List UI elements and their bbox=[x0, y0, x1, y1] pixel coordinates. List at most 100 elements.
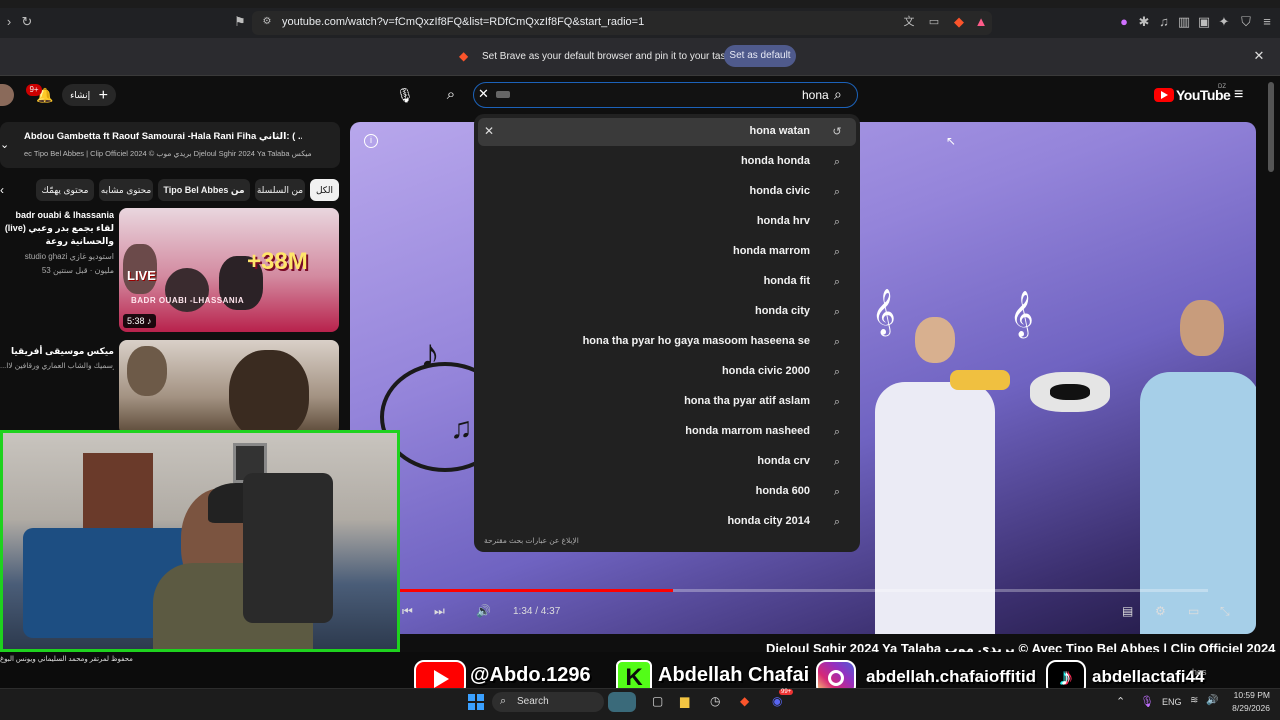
reload-icon[interactable]: ↻ bbox=[18, 13, 36, 31]
keyboard-icon[interactable] bbox=[496, 91, 510, 98]
menu-icon[interactable]: ≡ bbox=[1258, 13, 1276, 31]
chevron-down-icon[interactable]: ⌄ bbox=[0, 138, 12, 151]
search-icon[interactable]: ⌕ bbox=[442, 86, 460, 104]
volume-tray-icon[interactable]: 🔊 bbox=[1206, 695, 1218, 706]
search-suggestion[interactable]: hona watan ↺ bbox=[474, 118, 860, 146]
fullscreen-icon[interactable]: ⤡ bbox=[1220, 604, 1230, 619]
video-thumbnail[interactable] bbox=[119, 340, 339, 435]
report-suggestions-link[interactable]: الإبلاغ عن عبارات بحث مقترحة bbox=[484, 536, 579, 545]
bookmark-icon[interactable]: ⚑ bbox=[231, 13, 249, 31]
mic-tray-icon[interactable]: 🎙 bbox=[1140, 695, 1154, 708]
clock-app-icon[interactable]: ◷ bbox=[710, 694, 720, 708]
forward-icon[interactable]: › bbox=[0, 13, 18, 31]
set-default-button[interactable]: Set as default bbox=[724, 45, 796, 67]
task-view-icon[interactable]: ▢ bbox=[652, 694, 663, 708]
music-note-icon: 𝄞 bbox=[872, 290, 896, 334]
history-icon: ↺ bbox=[832, 126, 842, 138]
taskbar-search-label[interactable]: Search bbox=[517, 696, 549, 707]
playlist-subtitle: ec Tipo Bel Abbes | Clip Officiel 2024 ©… bbox=[24, 149, 312, 158]
search-icon: ⌕ bbox=[833, 186, 841, 198]
discord-icon[interactable]: ◉ bbox=[772, 694, 782, 708]
search-icon: ⌕ bbox=[833, 246, 841, 258]
translate-icon[interactable]: 文 bbox=[900, 13, 918, 31]
clock-date[interactable]: 8/29/2026 bbox=[1220, 703, 1270, 713]
search-icon: ⌕ bbox=[833, 216, 841, 228]
file-explorer-icon[interactable]: ▆ bbox=[680, 694, 689, 708]
ai-icon[interactable]: ✦ bbox=[1215, 13, 1233, 31]
search-suggestion[interactable]: honda hrv ⌕ bbox=[474, 208, 860, 236]
settings-icon[interactable]: ⚙ bbox=[1155, 604, 1166, 618]
search-suggestion[interactable]: honda crv ⌕ bbox=[474, 448, 860, 476]
language-indicator[interactable]: ENG bbox=[1162, 697, 1182, 707]
mic-icon[interactable]: 🎙 bbox=[396, 86, 414, 104]
infobar-text: Set Brave as your default browser and pi… bbox=[482, 51, 745, 62]
create-button[interactable]: إنشاء + bbox=[62, 84, 116, 106]
search-icon: ⌕ bbox=[833, 456, 841, 468]
channel-name[interactable]: studio ghazi استوديو غازي bbox=[0, 252, 114, 261]
extensions-icon[interactable]: ✱ bbox=[1135, 13, 1153, 31]
clear-search-icon[interactable]: ✕ bbox=[478, 86, 492, 102]
info-icon[interactable]: i bbox=[364, 134, 378, 148]
wifi-icon[interactable]: ≋ bbox=[1190, 695, 1198, 706]
search-suggestion[interactable]: honda civic ⌕ bbox=[474, 178, 860, 206]
search-submit-icon[interactable]: ⌕ bbox=[834, 86, 850, 102]
brave-logo-icon: ◆ bbox=[459, 49, 469, 63]
previous-icon[interactable]: ⏮ bbox=[402, 604, 413, 619]
search-suggestion[interactable]: hona tha pyar atif aslam ⌕ bbox=[474, 388, 860, 416]
search-suggestion[interactable]: honda civic 2000 ⌕ bbox=[474, 358, 860, 386]
page-scrollbar[interactable] bbox=[1268, 82, 1274, 172]
brave-shields-icon[interactable]: ◆ bbox=[950, 13, 968, 31]
sidebar-icon[interactable]: ▥ bbox=[1175, 13, 1193, 31]
search-suggestion[interactable]: honda city 2014 ⌕ bbox=[474, 508, 860, 536]
tray-chevron-icon[interactable]: ⌃ bbox=[1116, 695, 1125, 708]
region-code: DZ bbox=[1218, 84, 1226, 90]
youtube-handle: @Abdo.1296 bbox=[470, 664, 591, 686]
widgets-icon[interactable] bbox=[608, 692, 636, 712]
video-title[interactable]: badr ouabi & lhassania (live) لقاء يجمع … bbox=[0, 209, 114, 249]
wallet-icon[interactable]: ▣ bbox=[1195, 13, 1213, 31]
search-query[interactable]: hona bbox=[802, 88, 829, 102]
progress-bar[interactable] bbox=[398, 589, 1208, 592]
vpn-icon[interactable]: ⛉ bbox=[1237, 13, 1255, 31]
search-suggestion[interactable]: honda fit ⌕ bbox=[474, 268, 860, 296]
duration-badge: 5:38 ♪ bbox=[123, 314, 156, 328]
chips-prev-icon[interactable]: ‹ bbox=[0, 183, 4, 197]
leo-icon[interactable]: ● bbox=[1115, 13, 1133, 31]
url-text[interactable]: youtube.com/watch?v=fCmQxzIf8FQ&list=RDf… bbox=[282, 16, 644, 28]
chip-all[interactable]: الكل bbox=[310, 179, 339, 201]
captions-icon[interactable]: ▤ bbox=[1122, 604, 1133, 618]
search-suggestion[interactable]: honda marrom nasheed ⌕ bbox=[474, 418, 860, 446]
search-suggestion[interactable]: honda marrom ⌕ bbox=[474, 238, 860, 266]
search-suggestion[interactable]: honda honda ⌕ bbox=[474, 148, 860, 176]
clock-time[interactable]: 10:59 PM bbox=[1230, 690, 1270, 700]
search-icon: ⌕ bbox=[833, 426, 841, 438]
playlist-panel[interactable] bbox=[0, 122, 340, 168]
search-suggestion[interactable]: honda 600 ⌕ bbox=[474, 478, 860, 506]
chip-series[interactable]: من السلسلة bbox=[255, 179, 305, 201]
miniplayer-icon[interactable]: ▭ bbox=[1188, 604, 1199, 618]
site-settings-icon[interactable]: ⚙ bbox=[258, 13, 276, 31]
channel-partial: hes bbox=[1192, 667, 1207, 677]
chip-similar[interactable]: محتوى مشابه bbox=[99, 179, 153, 201]
discord-badge: 99+ bbox=[779, 689, 794, 695]
search-suggestion[interactable]: honda city ⌕ bbox=[474, 298, 860, 326]
chip-for-you[interactable]: محتوى يهمّك bbox=[36, 179, 94, 201]
guide-menu-icon[interactable]: ≡ bbox=[1234, 86, 1252, 104]
volume-icon[interactable]: 🔊 bbox=[476, 604, 491, 618]
brave-taskbar-icon[interactable]: ◆ bbox=[740, 694, 749, 708]
playlist-title[interactable]: Abdou Gambetta ft Raouf Samourai -Hala R… bbox=[24, 131, 302, 142]
video-title[interactable]: ميكس موسيقى أفريقيا bbox=[0, 346, 114, 357]
youtube-logo-icon[interactable] bbox=[1154, 88, 1174, 102]
search-icon: ⌕ bbox=[833, 276, 841, 288]
windows-start-icon[interactable] bbox=[468, 694, 484, 710]
media-icon[interactable]: ♫ bbox=[1155, 13, 1173, 31]
search-suggestion[interactable]: hona tha pyar ho gaya masoom haseena se ⌕ bbox=[474, 328, 860, 356]
music-note-icon: 𝄞 bbox=[1010, 292, 1034, 336]
close-infobar-icon[interactable]: ✕ bbox=[1252, 49, 1266, 63]
brave-rewards-icon[interactable]: ▲ bbox=[972, 13, 990, 31]
search-input[interactable] bbox=[473, 82, 858, 108]
next-icon[interactable]: ⏭ bbox=[434, 604, 445, 619]
chip-from-channel[interactable]: Tipo Bel Abbes من bbox=[158, 179, 250, 201]
thumb-names-text: BADR OUABI -LHASSANIA bbox=[131, 296, 245, 305]
cast-icon[interactable]: ▭ bbox=[925, 13, 943, 31]
